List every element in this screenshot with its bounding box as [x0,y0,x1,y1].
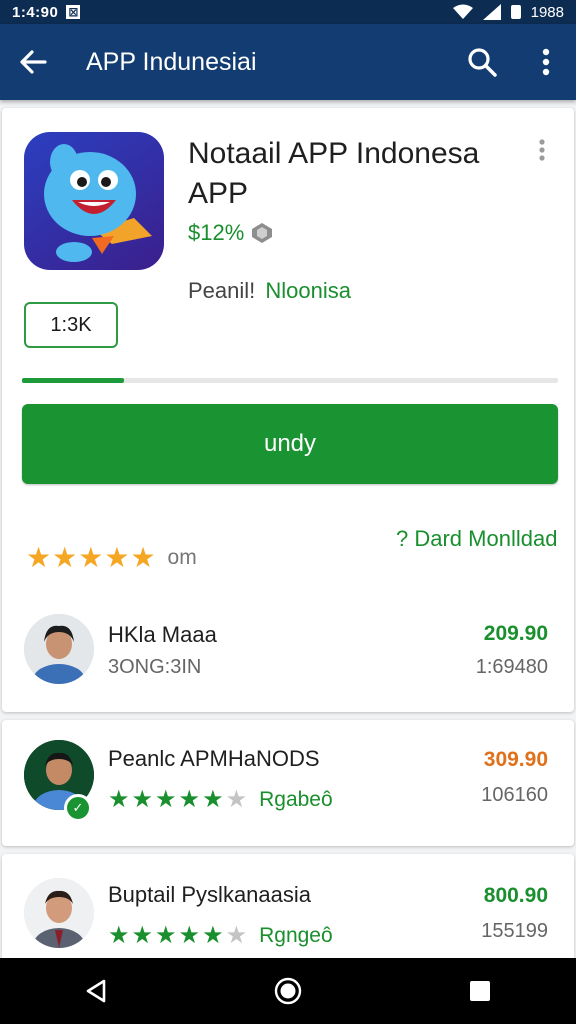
system-nav-bar [0,958,576,1024]
publisher: Peanil! Nloonisa [188,278,351,304]
app-bar: APP Indunesiai [0,24,576,100]
star-icon: ★ [178,786,201,813]
star-icon: ★ [108,922,130,949]
star-icon: ★ [225,922,248,949]
rating-row: ★ ★ ★ ★ ★ om [26,544,197,572]
app-more-button[interactable] [530,136,554,168]
star-icon: ★ [178,922,201,949]
home-circle-icon [274,977,302,1005]
developer-price: 309.90 [483,748,548,771]
developer-rating: ★ ★ ★ ★ ★ ★ Rgabeô [108,786,333,814]
nav-recents-button[interactable] [460,971,500,1011]
developer-count: 1:69480 [475,656,548,678]
developer-price: 209.90 [483,622,548,645]
app-detail-card: Notaail APP Indonesa APP $12% Peanil! Nl… [2,108,574,712]
star-icon: ★ [78,542,104,573]
download-link[interactable]: ? Dard Monlldad [396,526,557,552]
publisher-name[interactable]: Nloonisa [265,278,351,303]
badge-icon [252,223,273,243]
developer-name: HKla Maaa [108,622,217,647]
developer-name: Buptail Pyslkanaasia [108,882,312,907]
developer-count: 106160 [481,784,548,806]
developer-subtitle: 3ONG:3IN [108,656,202,678]
star-icon: ★ [26,542,52,573]
avatar [24,614,94,684]
more-vert-icon [539,139,545,161]
wifi-icon [452,4,473,19]
app-bar-title: APP Indunesiai [86,47,257,76]
app-price: $12% [188,220,274,246]
rating-label: Rgngeô [259,924,333,947]
overflow-menu-button[interactable] [528,42,564,82]
rating-label: Rgabeô [259,788,333,811]
square-recents-icon [470,981,490,1001]
progress-fill [22,378,124,383]
developer-row[interactable]: HKla Maaa 3ONG:3IN 209.90 1:69480 [2,598,574,698]
arrow-left-icon [20,50,47,74]
star-icon: ★ [104,542,130,573]
rating-count: om [167,546,197,569]
verified-badge-icon: ✓ [64,794,92,822]
battery-text: 1988 [530,3,564,21]
developer-row[interactable]: ✓ Peanlc APMHaNODS ★ ★ ★ ★ ★ ★ Rgabeô 30… [2,720,574,846]
status-bar: 1:4:90 ⊠ 1988 [0,0,576,24]
rating-stars: ★ ★ ★ ★ ★ [26,544,156,572]
triangle-back-icon [86,979,106,1003]
star-icon: ★ [130,542,156,573]
star-icon: ★ [131,786,154,813]
install-button[interactable]: undy [22,404,558,484]
app-icon[interactable] [24,132,164,270]
sim-icon: ⊠ [66,5,81,19]
bird-mascot-icon [44,144,152,262]
price-value: $12% [188,220,245,245]
size-badge: 1:3K [24,302,118,348]
star-icon: ★ [131,922,154,949]
avatar [24,878,94,948]
star-icon: ★ [225,786,248,813]
more-vert-icon [542,48,550,76]
star-icon: ★ [108,786,130,813]
search-button[interactable] [462,42,502,82]
star-icon: ★ [202,786,224,813]
status-time: 1:4:90 [12,3,59,21]
star-icon: ★ [155,922,177,949]
nav-home-button[interactable] [268,971,308,1011]
star-icon: ★ [155,786,177,813]
nav-back-button[interactable] [76,971,116,1011]
star-icon: ★ [52,542,78,573]
publisher-label: Peanil! [188,278,256,303]
developer-name: Peanlc APMHaNODS [108,746,320,771]
battery-icon [510,5,521,19]
app-title: Notaail APP Indonesa APP [188,137,480,210]
developer-row[interactable]: Buptail Pyslkanaasia ★ ★ ★ ★ ★ ★ Rgngeô … [2,854,574,974]
developer-price: 800.90 [483,884,548,907]
signal-icon [482,4,501,20]
developer-rating: ★ ★ ★ ★ ★ ★ Rgngeô [108,922,333,950]
developer-count: 155199 [481,920,548,942]
search-icon [468,48,497,77]
download-progress-bar [22,378,558,383]
star-icon: ★ [202,922,224,949]
back-button[interactable] [0,24,66,100]
